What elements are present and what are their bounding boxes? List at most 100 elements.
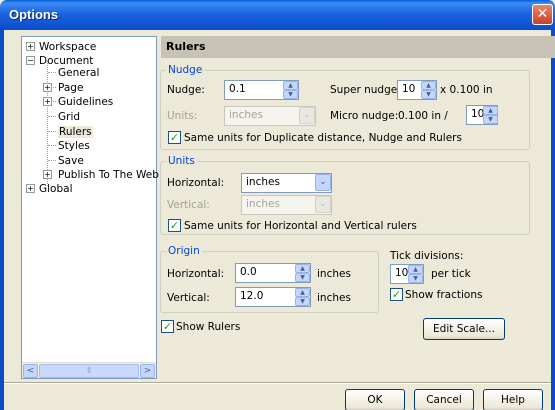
chevron-down-icon: ⌄ <box>299 107 315 124</box>
options-tree[interactable]: + Workspace − Document General + Page + … <box>21 36 159 379</box>
expand-icon[interactable]: + <box>26 184 35 193</box>
spin-down-icon[interactable]: ▼ <box>283 90 298 99</box>
origin-horizontal-label: Horizontal: <box>167 268 225 280</box>
super-nudge-value: 10 <box>402 83 416 95</box>
origin-vertical-spinner[interactable]: ▲ ▼ <box>295 288 310 306</box>
tree-item-label: Workspace <box>39 41 97 53</box>
expand-icon[interactable]: + <box>26 42 35 51</box>
tree-connector <box>48 72 56 73</box>
units-group-label: Units <box>166 155 197 167</box>
spin-up-icon[interactable]: ▲ <box>421 81 436 90</box>
same-units-rulers-label: Same units for Horizontal and Vertical r… <box>184 220 417 232</box>
chevron-left-icon: < <box>26 366 35 376</box>
window-title: Options <box>9 7 59 22</box>
tree-item-label: Rulers <box>58 126 93 138</box>
expand-icon[interactable]: + <box>43 97 52 106</box>
spin-up-icon[interactable]: ▲ <box>295 264 310 273</box>
edit-scale-button[interactable]: Edit Scale... <box>423 318 505 340</box>
expand-icon[interactable]: + <box>43 170 52 179</box>
tick-suffix: per tick <box>431 268 471 280</box>
tree-item-label: Global <box>39 183 73 195</box>
units-horizontal-label: Horizontal: <box>167 177 225 189</box>
tree-connector <box>48 116 56 117</box>
spin-up-icon[interactable]: ▲ <box>408 265 423 274</box>
check-icon: ✓ <box>169 219 180 232</box>
origin-horizontal-value: 0.0 <box>240 266 257 278</box>
expand-icon[interactable]: + <box>43 83 52 92</box>
super-nudge-label: Super nudge: <box>330 84 401 96</box>
origin-horizontal-spinner[interactable]: ▲ ▼ <box>295 264 310 282</box>
show-rulers-label: Show Rulers <box>176 321 241 333</box>
tree-item-label: Guidelines <box>58 96 114 108</box>
origin-vertical-unit: inches <box>317 292 351 304</box>
same-units-nudge-checkbox[interactable]: ✓ <box>168 131 181 144</box>
spin-up-icon[interactable]: ▲ <box>283 81 298 90</box>
ok-button[interactable]: OK <box>345 389 405 410</box>
title-bar: Options ✕ <box>0 0 555 30</box>
nudge-value: 0.1 <box>229 83 246 95</box>
origin-horizontal-unit: inches <box>317 268 351 280</box>
units-horizontal-value: inches <box>246 176 280 188</box>
spin-down-icon[interactable]: ▼ <box>421 90 436 99</box>
micro-nudge-label: Micro nudge: <box>330 110 399 122</box>
panel-header: Rulers <box>161 36 555 58</box>
nudge-group-label: Nudge <box>166 64 205 76</box>
chevron-down-icon[interactable]: ⌄ <box>315 174 331 191</box>
chevron-down-icon: ⌄ <box>315 196 331 213</box>
collapse-icon[interactable]: − <box>26 56 35 65</box>
tree-horizontal-scrollbar[interactable]: < ⦀ > <box>22 362 156 378</box>
check-icon: ✓ <box>391 288 402 301</box>
dropdown-glyph: ⌄ <box>319 177 327 187</box>
cancel-button[interactable]: Cancel <box>414 389 474 410</box>
same-units-rulers-checkbox[interactable]: ✓ <box>168 219 181 232</box>
window-frame-right <box>551 30 555 410</box>
tree-item-label: General <box>58 67 100 79</box>
units-vertical-value: inches <box>246 198 280 210</box>
tree-connector <box>48 131 56 132</box>
footer-divider <box>4 382 551 384</box>
window-frame-left <box>0 30 4 410</box>
help-button[interactable]: Help <box>483 389 543 410</box>
dropdown-glyph: ⌄ <box>319 199 327 209</box>
nudge-label: Nudge: <box>167 84 205 96</box>
super-nudge-spinner[interactable]: ▲ ▼ <box>421 81 436 99</box>
tree-item-save[interactable]: Save <box>58 154 84 168</box>
tree-item-label: Styles <box>58 140 90 152</box>
tick-divisions-spinner[interactable]: ▲ ▼ <box>408 265 423 283</box>
spin-down-icon[interactable]: ▼ <box>408 274 423 283</box>
spin-down-icon[interactable]: ▼ <box>483 115 498 124</box>
scroll-right-button[interactable]: > <box>140 364 155 378</box>
tree-connector <box>48 145 56 146</box>
spin-down-icon[interactable]: ▼ <box>295 273 310 282</box>
spin-up-icon[interactable]: ▲ <box>295 288 310 297</box>
close-icon: ✕ <box>536 6 549 22</box>
micro-nudge-prefix: 0.100 in / <box>398 110 448 122</box>
micro-nudge-spinner[interactable]: ▲ ▼ <box>483 106 498 124</box>
chevron-right-icon: > <box>143 366 152 376</box>
tree-item-general[interactable]: General <box>58 66 99 80</box>
show-fractions-label: Show fractions <box>405 289 483 301</box>
tree-item-styles[interactable]: Styles <box>58 139 90 153</box>
origin-vertical-value: 12.0 <box>240 290 264 302</box>
tree-connector <box>48 160 56 161</box>
tree-item-grid[interactable]: Grid <box>58 110 80 124</box>
origin-group-label: Origin <box>166 245 202 257</box>
origin-vertical-label: Vertical: <box>167 292 210 304</box>
show-rulers-checkbox[interactable]: ✓ <box>161 320 174 333</box>
units-label: Units: <box>167 110 198 122</box>
scroll-thumb[interactable]: ⦀ <box>39 364 139 378</box>
tree-item-label: Publish To The Web <box>58 169 159 181</box>
spin-down-icon[interactable]: ▼ <box>295 297 310 306</box>
nudge-units-value: inches <box>229 109 263 121</box>
grip-icon: ⦀ <box>87 366 91 375</box>
check-icon: ✓ <box>169 131 180 144</box>
tree-item-label: Save <box>58 155 84 167</box>
panel-title: Rulers <box>166 40 206 53</box>
show-fractions-checkbox[interactable]: ✓ <box>390 288 403 301</box>
close-button[interactable]: ✕ <box>532 4 553 25</box>
spin-up-icon[interactable]: ▲ <box>483 106 498 115</box>
tree-item-rulers[interactable]: Rulers <box>58 125 93 139</box>
nudge-spinner[interactable]: ▲ ▼ <box>283 81 298 99</box>
scroll-left-button[interactable]: < <box>23 364 38 378</box>
tree-item-label: Grid <box>58 111 81 123</box>
